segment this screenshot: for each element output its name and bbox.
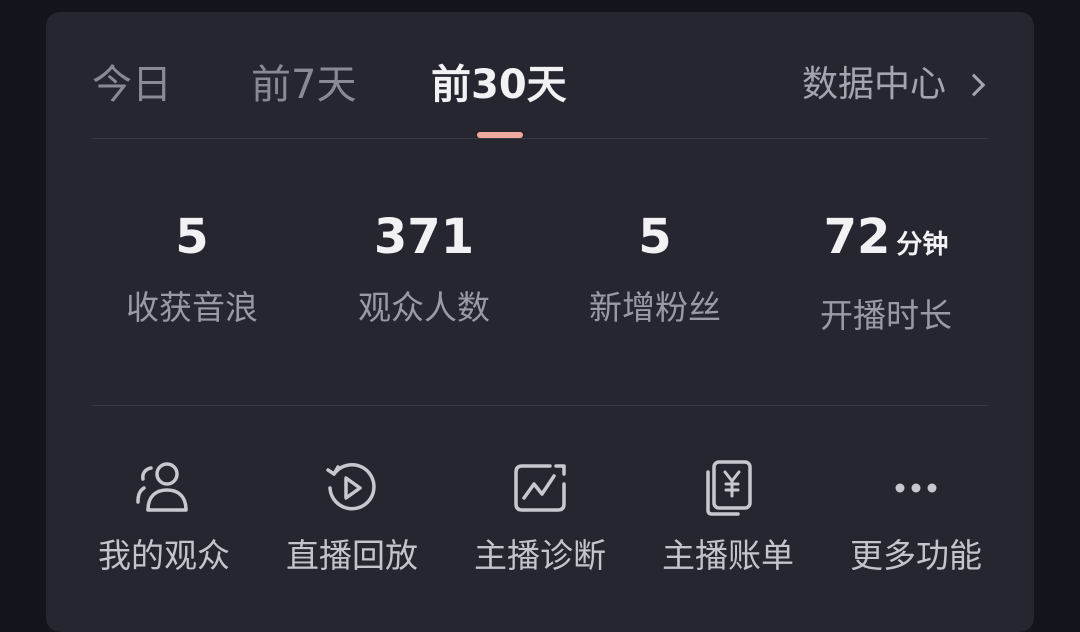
anchor-bill-button[interactable]: 主播账单 xyxy=(638,458,818,578)
replay-icon xyxy=(326,463,376,511)
tab-7-days[interactable]: 前7天 xyxy=(251,60,356,110)
more-features-button[interactable]: 更多功能 xyxy=(826,458,1006,578)
my-audience-button[interactable]: 我的观众 xyxy=(74,458,254,578)
anchor-diagnosis-label: 主播诊断 xyxy=(474,536,606,575)
my-audience-label: 我的观众 xyxy=(98,536,230,575)
bill-icon xyxy=(706,460,752,516)
stat-new-followers[interactable]: 5 新增粉丝 xyxy=(540,202,770,330)
chevron-right-icon xyxy=(962,73,986,97)
stat-label: 新增粉丝 xyxy=(589,288,721,327)
live-replay-label: 直播回放 xyxy=(286,536,418,575)
audience-icon xyxy=(136,462,188,512)
more-features-label: 更多功能 xyxy=(850,536,982,575)
stat-value: 5 xyxy=(175,209,209,265)
stat-label: 开播时长 xyxy=(820,296,952,335)
data-center-link[interactable]: 数据中心 xyxy=(802,60,988,110)
stat-sound-waves[interactable]: 5 收获音浪 xyxy=(77,202,307,330)
tab-today[interactable]: 今日 xyxy=(92,60,172,110)
stat-live-duration[interactable]: 72 分钟 开播时长 xyxy=(771,202,1001,338)
stat-value: 72 分钟 xyxy=(823,209,949,265)
stat-audience-count[interactable]: 371 观众人数 xyxy=(309,202,539,330)
stat-value: 5 xyxy=(638,209,672,265)
stats-divider xyxy=(92,405,988,406)
actions-row: 我的观众 直播回放 主播诊断 主播账单 更多功能 xyxy=(46,458,1034,628)
stats-row: 5 收获音浪 371 观众人数 5 新增粉丝 72 分钟 开播时长 xyxy=(46,202,1034,372)
data-center-label: 数据中心 xyxy=(801,64,946,105)
live-data-card: 今日 前7天 前30天 数据中心 5 收获音浪 371 观众人数 5 新增粉丝 … xyxy=(46,12,1034,632)
anchor-diagnosis-button[interactable]: 主播诊断 xyxy=(450,458,630,578)
tab-30-days[interactable]: 前30天 xyxy=(431,60,567,110)
stat-label: 观众人数 xyxy=(358,288,490,327)
anchor-bill-label: 主播账单 xyxy=(662,536,794,575)
stat-value: 371 xyxy=(373,209,475,265)
stat-unit: 分钟 xyxy=(896,230,949,260)
period-tabs: 今日 前7天 前30天 数据中心 xyxy=(46,12,1034,150)
diagnosis-icon xyxy=(514,464,566,512)
more-icon xyxy=(895,483,937,493)
live-replay-button[interactable]: 直播回放 xyxy=(262,458,442,578)
tabs-divider xyxy=(92,138,988,139)
stat-label: 收获音浪 xyxy=(126,288,258,327)
